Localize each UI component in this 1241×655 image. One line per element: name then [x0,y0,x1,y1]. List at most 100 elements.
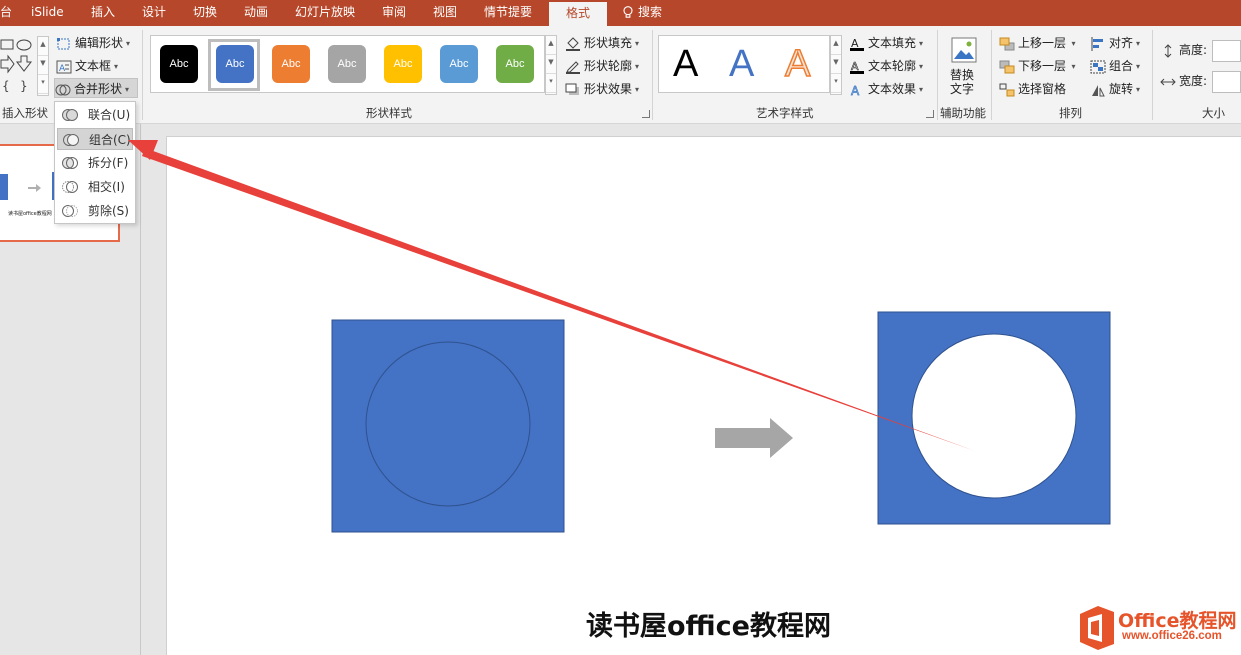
text-box-icon: A [56,60,72,74]
tab-storyboard[interactable]: 情节提要 [484,0,532,26]
style-swatch[interactable]: Abc [496,45,534,83]
align-button[interactable]: 对齐 ▾ [1090,33,1140,53]
separator [1152,30,1153,120]
menu-item-intersect[interactable]: 相交(I) [57,176,133,198]
shape-effects-icon [565,83,579,95]
height-input[interactable] [1212,40,1241,62]
edit-shape-label: 编辑形状 [75,36,124,50]
bring-forward-button[interactable]: 上移一层 ▾ [999,33,1076,53]
menu-item-union[interactable]: 联合(U) [57,104,133,126]
alt-text-label-2: 文字 [950,82,975,96]
send-backward-button[interactable]: 下移一层 ▾ [999,56,1076,76]
send-backward-icon [999,60,1015,73]
alt-text-button[interactable]: 替换 文字 [945,35,983,101]
rotate-button[interactable]: 旋转 ▾ [1090,79,1140,99]
style-swatch[interactable]: Abc [160,45,198,83]
tab-format[interactable]: 格式 [549,0,607,26]
width-field-label: 宽度: [1160,71,1207,91]
shape-styles-launcher[interactable] [642,110,650,118]
svg-text:{: { [2,79,10,93]
text-fill-label: 文本填充 [868,36,917,50]
menu-item-fragment[interactable]: 拆分(F) [57,152,133,174]
menu-item-subtract[interactable]: 剪除(S) [57,200,133,222]
style-swatch[interactable]: Abc [272,45,310,83]
shape-effects-button[interactable]: 形状效果 ▾ [565,79,639,99]
tab-slideshow[interactable]: 幻灯片放映 [295,0,355,26]
shape-effects-label: 形状效果 [584,82,633,96]
separator [937,30,938,120]
fragment-icon [62,157,78,169]
text-effects-button[interactable]: A 文本效果 ▾ [849,79,923,99]
tab-review[interactable]: 审阅 [382,0,406,26]
tab-design[interactable]: 设计 [142,0,166,26]
ribbon-tab-bar: 台 iSlide 插入 设计 切换 动画 幻灯片放映 审阅 视图 情节提要 格式… [0,0,1241,26]
merge-shapes-icon [55,84,71,95]
pencil-icon [566,60,580,74]
shape-styles-scroll[interactable]: ▲ ▼ ▾ [545,35,557,95]
wordart-gallery[interactable]: A A A [658,35,830,93]
wordart-group-label: 艺术字样式 [756,106,814,120]
intersect-icon [62,181,78,193]
width-input[interactable] [1212,71,1241,93]
size-group-label: 大小 [1202,106,1225,120]
text-outline-button[interactable]: A 文本轮廓 ▾ [849,56,923,76]
tab-partial[interactable]: 台 [0,0,12,26]
text-outline-label: 文本轮廓 [868,59,917,73]
tell-me-search[interactable]: 搜索 [622,0,662,26]
edit-shape-button[interactable]: 编辑形状 ▾ [56,33,130,53]
wordart-sample-orange[interactable]: A [784,43,811,85]
text-box-button[interactable]: A 文本框 ▾ [56,56,118,76]
height-field-label: 高度: [1160,40,1207,60]
group-button[interactable]: 组合 ▾ [1090,56,1140,76]
text-fill-button[interactable]: A 文本填充 ▾ [849,33,923,53]
tab-insert[interactable]: 插入 [91,0,115,26]
selection-pane-button[interactable]: 选择窗格 [999,79,1066,99]
separator [652,30,653,120]
width-label: 宽度: [1179,74,1208,88]
text-effects-icon: A [851,83,861,97]
style-swatch[interactable]: Abc [440,45,478,83]
shape-fill-button[interactable]: 形状填充 ▾ [565,33,639,53]
merge-shapes-button[interactable]: 合并形状 ▾ [54,78,138,98]
wordart-sample-black[interactable]: A [673,44,698,84]
subtract-label: 剪除(S) [88,204,129,218]
combine-label: 组合(C) [89,133,131,147]
text-fill-icon: A [850,37,864,51]
shape-styles-gallery[interactable]: Abc Abc Abc Abc Abc Abc Abc [150,35,545,93]
tab-animations[interactable]: 动画 [244,0,268,26]
intersect-label: 相交(I) [88,180,125,194]
lightbulb-icon [623,6,633,18]
rotate-label: 旋转 [1109,82,1134,96]
merge-shapes-menu: 联合(U) 组合(C) 拆分(F) 相交(I) 剪除(S) [54,101,136,224]
separator [991,30,992,120]
align-icon [1091,36,1103,51]
slide[interactable] [166,136,1241,655]
search-label: 搜索 [638,5,663,19]
svg-text:A: A [851,84,860,97]
shapes-gallery-scroll[interactable]: ▲ ▼ ▾ [37,36,49,96]
paint-bucket-icon [566,36,580,51]
shape-styles-group-label: 形状样式 [366,106,412,120]
wordart-scroll[interactable]: ▲ ▼ ▾ [830,35,842,95]
insert-shapes-group-label: 插入形状 [2,106,48,120]
shape-outline-button[interactable]: 形状轮廓 ▾ [565,56,639,76]
ribbon: { } ▲ ▼ ▾ 编辑形状 ▾ A 文本框 ▾ 合并形状 ▾ 插入形状 Abc Abc … [0,26,1241,124]
merge-shapes-label: 合并形状 [74,82,123,96]
style-swatch[interactable]: Abc [216,45,254,83]
wordart-sample-blue[interactable]: A [729,44,754,84]
union-label: 联合(U) [88,108,131,122]
logo-url: www.office26.com [1122,630,1222,642]
send-backward-label: 下移一层 [1018,59,1067,73]
tab-view[interactable]: 视图 [433,0,457,26]
accessibility-group-label: 辅助功能 [940,106,986,120]
style-swatch[interactable]: Abc [384,45,422,83]
selection-pane-icon [999,83,1015,96]
menu-item-combine[interactable]: 组合(C) [57,128,133,150]
width-icon [1160,78,1176,85]
arrange-group-label: 排列 [1059,106,1082,120]
selection-pane-label: 选择窗格 [1018,82,1067,96]
tab-transitions[interactable]: 切换 [193,0,217,26]
wordart-launcher[interactable] [926,110,934,118]
style-swatch[interactable]: Abc [328,45,366,83]
tab-islide[interactable]: iSlide [31,0,64,26]
